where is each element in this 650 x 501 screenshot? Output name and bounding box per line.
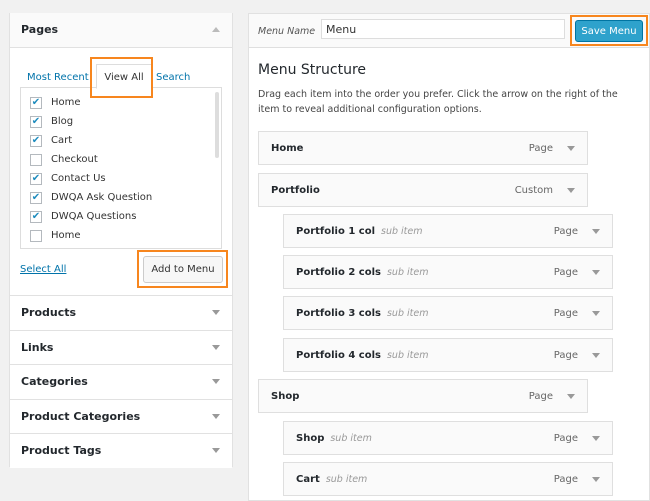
page-checkbox[interactable] (30, 230, 42, 242)
menu-item[interactable]: Portfolio 2 cols sub item Page (283, 255, 613, 289)
menu-item-type: Page (553, 350, 578, 361)
page-label: Home (51, 230, 81, 241)
sub-item-label: sub item (386, 308, 429, 319)
menu-structure-title: Menu Structure (258, 62, 367, 78)
sub-item-label: sub item (330, 433, 372, 444)
page-label: Contact Us (51, 173, 106, 184)
expand-arrow-icon[interactable] (212, 310, 220, 315)
highlight-box (90, 57, 153, 98)
menu-item-type: Page (528, 391, 553, 402)
menu-item-type: Page (553, 474, 578, 485)
sub-item-label: sub item (386, 350, 429, 361)
section-title: Categories (21, 375, 88, 389)
page-label: DWQA Questions (51, 211, 137, 222)
section-product-tags[interactable]: Product Tags (10, 433, 232, 469)
menu-item-type: Page (528, 143, 553, 154)
menu-item-title: Portfolio 3 cols (296, 308, 381, 319)
menu-item[interactable]: Portfolio 1 col sub item Page (283, 214, 613, 248)
menu-item-title: Shop (296, 433, 325, 444)
menu-item[interactable]: Home Page (258, 131, 588, 165)
page-label: Cart (51, 135, 73, 146)
tab-search[interactable]: Search (156, 72, 190, 83)
page-label: Blog (51, 116, 74, 127)
page-checkbox[interactable]: ✔ (30, 211, 42, 223)
page-checkbox[interactable]: ✔ (30, 116, 42, 128)
menu-description: Drag each item into the order you prefer… (258, 89, 618, 115)
page-label: Home (51, 97, 81, 108)
expand-arrow-icon[interactable] (567, 146, 575, 151)
section-product-categories[interactable]: Product Categories (10, 398, 232, 434)
menu-name-label: Menu Name (258, 26, 316, 37)
highlight-box (570, 15, 648, 46)
menu-item-title: Portfolio 1 col (296, 226, 376, 237)
menu-item[interactable]: Shop Page (258, 379, 588, 413)
pages-title: Pages (21, 23, 59, 36)
sub-item-label: sub item (325, 474, 368, 485)
pages-header[interactable]: Pages (10, 13, 232, 48)
expand-arrow-icon[interactable] (592, 477, 600, 482)
select-all-link[interactable]: Select All (20, 264, 66, 275)
section-title: Product Categories (21, 409, 141, 423)
menu-item-title: Portfolio 2 cols (296, 267, 381, 278)
menu-item[interactable]: Portfolio 4 cols sub item Page (283, 338, 613, 372)
expand-arrow-icon[interactable] (212, 379, 220, 385)
expand-arrow-icon[interactable] (567, 394, 575, 399)
section-categories[interactable]: Categories (10, 364, 232, 400)
expand-arrow-icon[interactable] (592, 353, 600, 358)
collapse-arrow-icon[interactable] (212, 27, 220, 32)
sub-item-label: sub item (381, 226, 423, 237)
section-links[interactable]: Links (10, 329, 232, 365)
menu-item-title: Home (271, 143, 304, 154)
menu-name-input[interactable] (321, 19, 565, 39)
menu-item-title: Cart (296, 474, 320, 485)
section-products[interactable]: Products (10, 295, 232, 330)
scrollbar[interactable] (215, 92, 219, 158)
page-checkbox[interactable]: ✔ (30, 135, 42, 147)
expand-arrow-icon[interactable] (592, 229, 600, 234)
menu-item-title: Portfolio 4 cols (296, 350, 381, 361)
section-title: Products (21, 306, 77, 319)
menu-item-type: Custom (514, 185, 553, 196)
sub-item-label: sub item (386, 267, 429, 278)
menu-item-title: Portfolio (271, 185, 320, 196)
menu-editor: Menu Name Save Menu Menu Structure Drag … (248, 13, 650, 501)
menu-item[interactable]: Portfolio 3 cols sub item Page (283, 296, 613, 330)
section-title: Product Tags (21, 444, 102, 458)
menu-item-type: Page (553, 308, 578, 319)
menu-item-type: Page (553, 226, 578, 237)
expand-arrow-icon[interactable] (212, 344, 220, 350)
menu-item-title: Shop (271, 391, 300, 402)
page-label: Checkout (51, 154, 98, 165)
expand-arrow-icon[interactable] (567, 188, 575, 193)
page-label: DWQA Ask Question (51, 192, 153, 203)
expand-arrow-icon[interactable] (212, 413, 220, 419)
page-checkbox[interactable]: ✔ (30, 192, 42, 204)
page-checkbox[interactable]: ✔ (30, 97, 42, 109)
menu-item[interactable]: Portfolio Custom (258, 173, 588, 207)
menu-item[interactable]: Cart sub item Page (283, 462, 613, 496)
menu-item[interactable]: Shop sub item Page (283, 421, 613, 455)
expand-arrow-icon[interactable] (592, 436, 600, 441)
section-title: Links (21, 340, 54, 354)
expand-arrow-icon[interactable] (592, 270, 600, 275)
highlight-box (137, 250, 228, 288)
menu-item-type: Page (553, 267, 578, 278)
tab-most-recent[interactable]: Most Recent (27, 72, 89, 83)
pages-list: ✔ Home ✔ Blog ✔ Cart Checkout ✔ Contact Us ✔ DWQA … (20, 87, 222, 249)
expand-arrow-icon[interactable] (592, 311, 600, 316)
menu-item-type: Page (553, 433, 578, 444)
page-checkbox[interactable] (30, 154, 42, 166)
page-checkbox[interactable]: ✔ (30, 173, 42, 185)
expand-arrow-icon[interactable] (212, 448, 220, 454)
